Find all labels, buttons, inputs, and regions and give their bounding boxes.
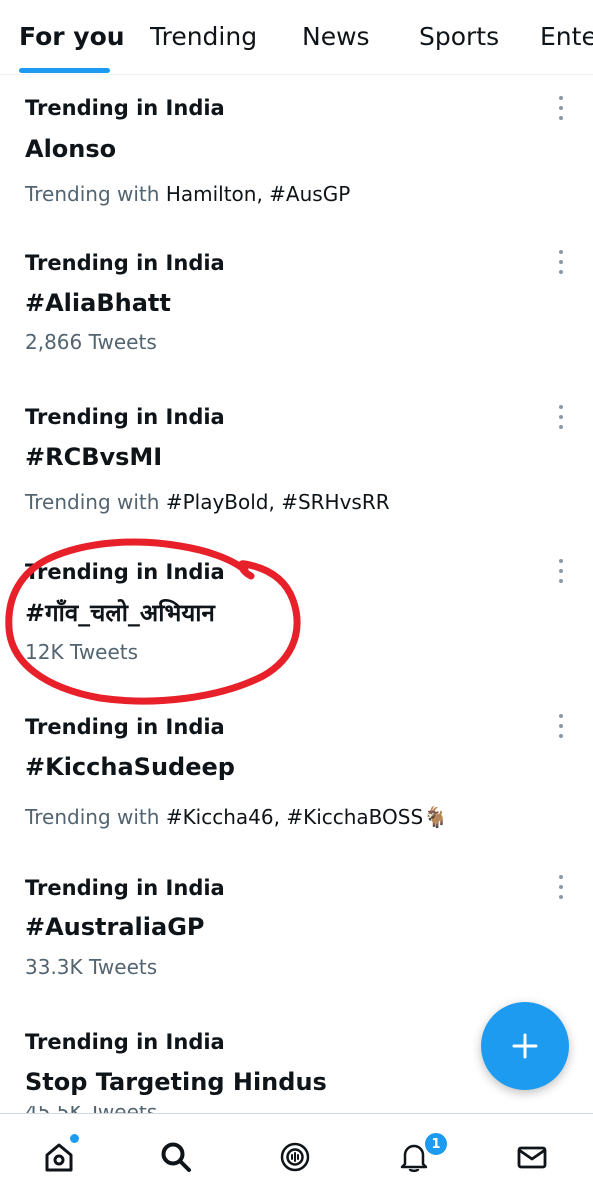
- trend-meta: 12K Tweets: [25, 640, 139, 664]
- mail-icon: [517, 1146, 547, 1169]
- trend-context: Trending in India: [25, 876, 225, 900]
- home-icon: [45, 1143, 73, 1172]
- trend-meta-related: #PlayBold, #SRHvsRR: [165, 490, 390, 514]
- search-icon: [161, 1142, 191, 1172]
- more-options-icon[interactable]: [554, 250, 568, 274]
- active-tab-indicator: [19, 68, 110, 73]
- tab-entertainment[interactable]: Ente: [540, 22, 593, 51]
- search-tab[interactable]: [158, 1139, 194, 1175]
- tab-trending[interactable]: Trending: [150, 22, 257, 51]
- trend-meta-prefix: Trending with: [25, 805, 166, 829]
- trend-meta-prefix: Trending with: [25, 182, 166, 206]
- more-options-icon[interactable]: [554, 714, 568, 738]
- compose-tweet-button[interactable]: [481, 1002, 569, 1090]
- trend-meta-related: #Kiccha46, #KicchaBOSS🐐: [165, 805, 449, 829]
- messages-tab[interactable]: [514, 1139, 550, 1175]
- trend-meta: Trending with #Kiccha46, #KicchaBOSS🐐: [25, 805, 448, 829]
- trend-meta: Trending with Hamilton, #AusGP: [25, 182, 350, 206]
- notifications-badge: 1: [423, 1131, 449, 1157]
- trend-meta: 33.3K Tweets: [25, 955, 158, 979]
- trend-context: Trending in India: [25, 560, 225, 584]
- trend-context: Trending in India: [25, 96, 225, 120]
- plus-icon: [512, 1033, 538, 1059]
- trend-name: #AliaBhatt: [25, 289, 171, 317]
- top-tabs: For you Trending News Sports Ente: [0, 0, 593, 75]
- more-options-icon[interactable]: [554, 405, 568, 429]
- trend-name: Alonso: [25, 135, 117, 163]
- trend-name: #गाँव_चलो_अभियान: [25, 599, 215, 627]
- more-options-icon[interactable]: [554, 96, 568, 120]
- trend-meta: 2,866 Tweets: [25, 330, 157, 354]
- trend-context: Trending in India: [25, 405, 225, 429]
- more-options-icon[interactable]: [554, 559, 568, 583]
- tab-for-you[interactable]: For you: [19, 22, 125, 51]
- trend-meta-prefix: Trending with: [25, 490, 166, 514]
- trend-name: Stop Targeting Hindus: [25, 1068, 327, 1096]
- trend-meta-related: Hamilton, #AusGP: [165, 182, 351, 206]
- trend-context: Trending in India: [25, 1030, 225, 1054]
- trend-name: #KicchaSudeep: [25, 753, 235, 781]
- trend-name: #RCBvsMI: [25, 443, 163, 471]
- spaces-icon: [280, 1142, 310, 1172]
- trend-meta: Trending with #PlayBold, #SRHvsRR: [25, 490, 390, 514]
- spaces-tab[interactable]: [277, 1139, 313, 1175]
- tab-news[interactable]: News: [302, 22, 370, 51]
- more-options-icon[interactable]: [554, 875, 568, 899]
- bottom-navigation: 1: [0, 1113, 593, 1201]
- home-new-dot: [68, 1132, 81, 1145]
- trend-context: Trending in India: [25, 715, 225, 739]
- trend-name: #AustraliaGP: [25, 913, 205, 941]
- tab-sports[interactable]: Sports: [419, 22, 499, 51]
- trend-context: Trending in India: [25, 251, 225, 275]
